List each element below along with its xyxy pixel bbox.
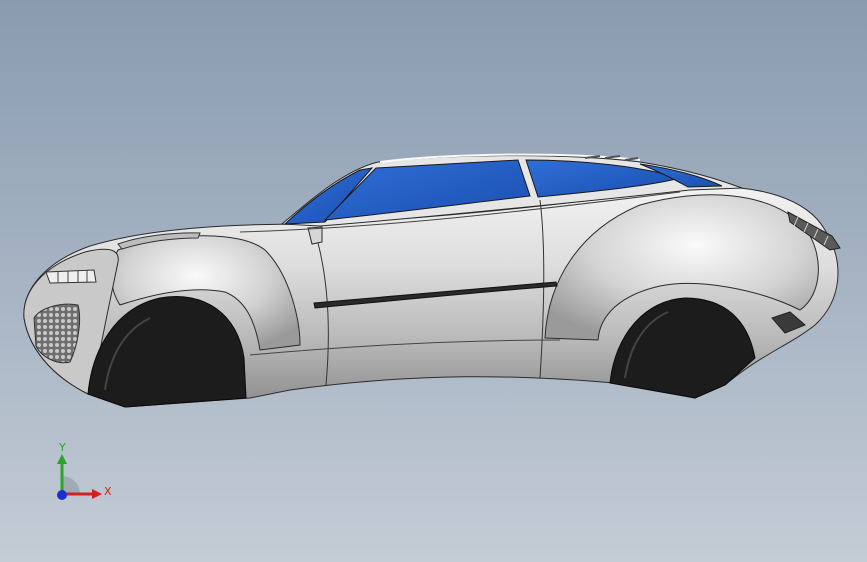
graphics-viewport[interactable]: Y X [0, 0, 867, 562]
x-axis-arrow [92, 489, 102, 499]
coordinate-triad[interactable]: Y X [44, 440, 124, 510]
headlight [45, 269, 97, 284]
triad-svg [57, 454, 102, 500]
z-axis-dot [57, 490, 67, 500]
y-axis-arrow [57, 454, 67, 464]
y-axis-label: Y [59, 441, 66, 454]
car-body-model[interactable] [0, 0, 867, 562]
x-axis-label: X [104, 485, 112, 498]
